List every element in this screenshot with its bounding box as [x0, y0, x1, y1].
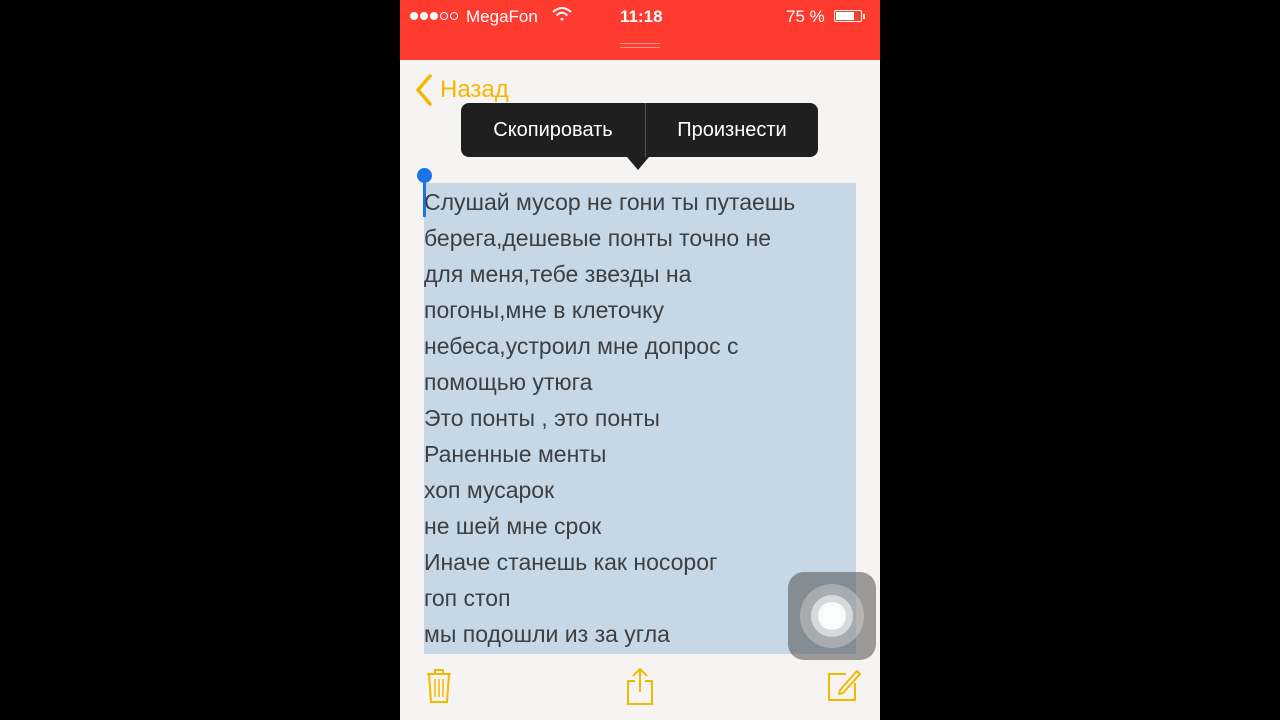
speak-button[interactable]: Произнести [645, 103, 818, 157]
signal-dots-icon [410, 12, 458, 20]
note-line: небеса,устроил мне допрос с [424, 333, 739, 359]
note-line: берега,дешевые понты точно не [424, 225, 772, 251]
trash-icon[interactable] [424, 666, 454, 709]
share-icon[interactable] [624, 666, 656, 711]
compose-icon[interactable] [826, 666, 862, 707]
assistive-touch-icon[interactable] [788, 572, 876, 660]
back-button[interactable]: Назад [414, 74, 509, 106]
chevron-left-icon [416, 74, 432, 106]
phone-screen: MegaFon 11:18 75 % Назад Слушай мусор не… [400, 0, 880, 720]
status-time: 11:18 [620, 7, 663, 26]
note-line: Слушай мусор не гони ты путаешь [424, 189, 796, 215]
edit-context-menu: Скопировать Произнести [461, 103, 818, 157]
copy-button[interactable]: Скопировать [461, 103, 645, 157]
status-bar: MegaFon 11:18 75 % [400, 0, 880, 60]
note-line: Иначе станешь как носорог [424, 549, 718, 575]
note-line: для меня,тебе звезды на [424, 261, 692, 287]
battery-percentage: 75 % [786, 7, 825, 26]
bottom-toolbar [400, 660, 880, 720]
note-line: погоны,мне в клеточку [424, 297, 664, 323]
note-line: помощью утюга [424, 369, 593, 395]
status-bar-grabber [620, 40, 660, 50]
note-line: Раненные менты [424, 441, 607, 467]
note-line: хоп мусарок [424, 477, 555, 503]
battery-icon [834, 10, 865, 22]
back-label: Назад [440, 76, 509, 103]
note-line: Это понты , это понты [424, 405, 660, 431]
context-menu-pointer [627, 157, 649, 170]
note-line: не шей мне срок [424, 513, 602, 539]
wifi-icon [552, 6, 572, 27]
carrier-name: MegaFon [466, 7, 538, 26]
